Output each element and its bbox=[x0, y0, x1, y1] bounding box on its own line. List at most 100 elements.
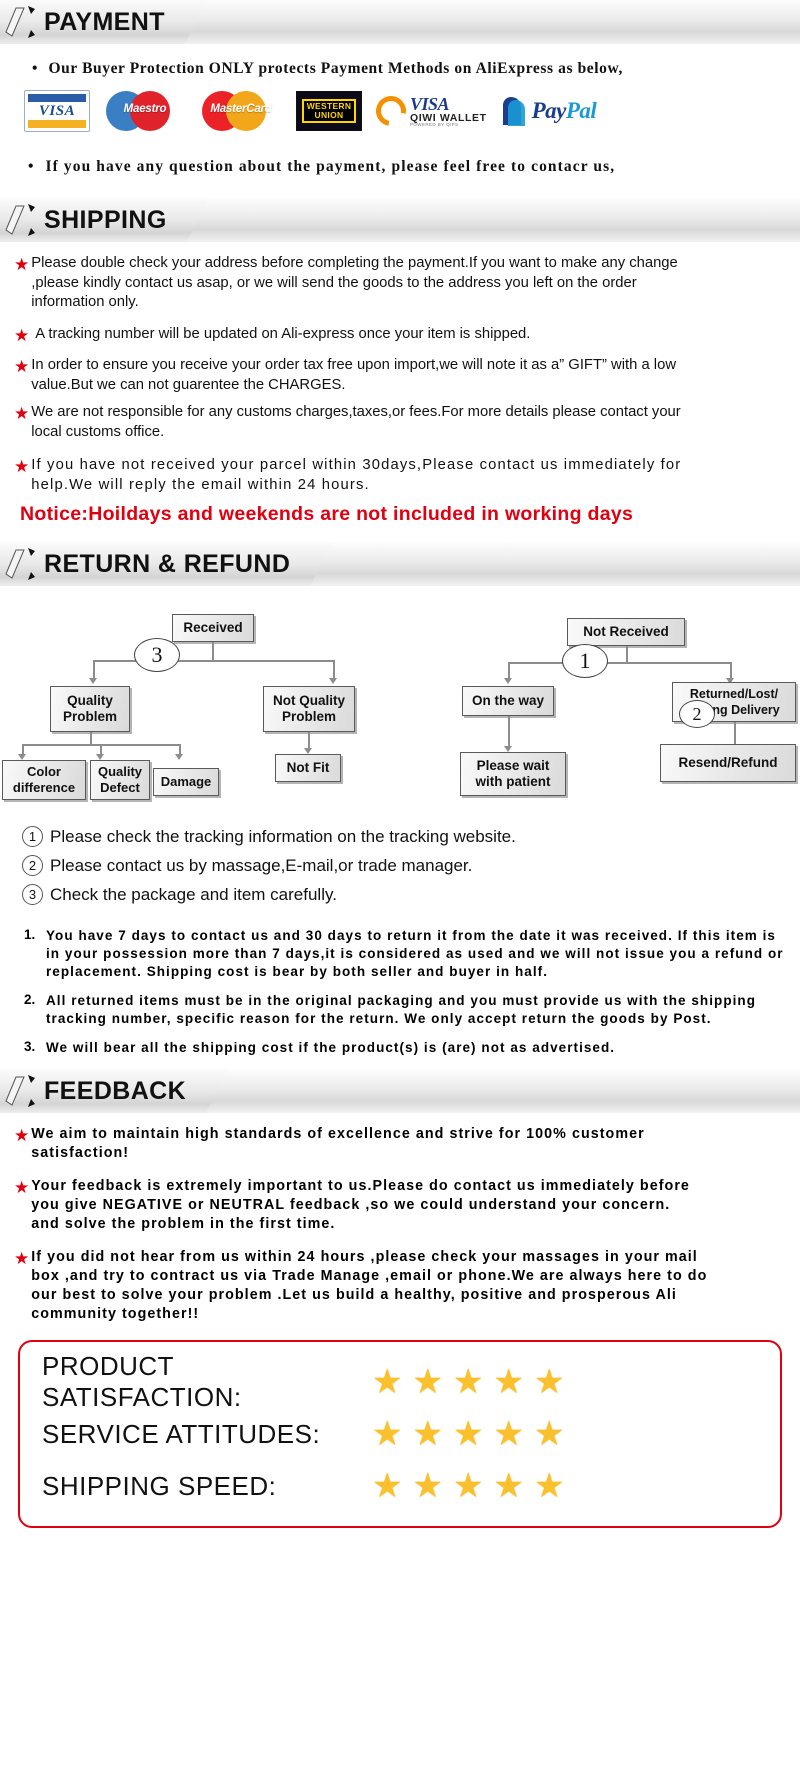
rating-stars-product: ★ ★ ★ ★ ★ bbox=[372, 1365, 564, 1399]
star-icon: ★ bbox=[533, 1467, 565, 1505]
star-bullet-icon: ★ bbox=[14, 1126, 30, 1145]
flow-box-resend-refund: Resend/Refund bbox=[660, 744, 796, 782]
rating-stars-service: ★ ★ ★ ★ ★ bbox=[372, 1417, 564, 1451]
banner-tab-return: RETURN & REFUND bbox=[0, 542, 332, 586]
star-icon: ★ bbox=[533, 1363, 565, 1401]
mastercard-logo-text: MasterCard bbox=[210, 103, 272, 115]
star-bullet-icon: ★ bbox=[14, 325, 30, 345]
star-icon: ★ bbox=[372, 1415, 403, 1453]
payment-logos: VISA Maestro MasterCard WESTERN UNION VI… bbox=[0, 78, 800, 138]
feedback-bullets: ★ We aim to maintain high standards of e… bbox=[0, 1113, 800, 1324]
section-banner-payment: PAYMENT bbox=[0, 0, 800, 44]
flow-box-not-received: Not Received bbox=[567, 618, 685, 646]
flow-box-not-quality-problem: Not Quality Problem bbox=[263, 686, 355, 732]
paypal-text-pay: Pay bbox=[531, 98, 567, 123]
paypal-text-pal: Pal bbox=[565, 98, 597, 123]
payment-line-2-row: • If you have any question about the pay… bbox=[0, 138, 800, 176]
banner-tab-payment: PAYMENT bbox=[0, 0, 207, 44]
flow-badge-1: 1 bbox=[562, 644, 608, 678]
flow-badge-3: 3 bbox=[134, 638, 180, 672]
star-icon: ★ bbox=[533, 1415, 565, 1453]
feedback-bullet-3: ★ If you did not hear from us within 24 … bbox=[14, 1249, 708, 1322]
visa-logo-text: VISA bbox=[38, 103, 76, 119]
shipping-bullet-3: ★ In order to ensure you receive your or… bbox=[14, 357, 677, 393]
mastercard-logo: MasterCard bbox=[200, 90, 282, 132]
banner-feedback: FEEDBACK bbox=[0, 1069, 800, 1113]
flow-box-received: Received bbox=[172, 614, 254, 642]
star-icon: ★ bbox=[412, 1415, 443, 1453]
maestro-logo-text: Maestro bbox=[123, 103, 167, 115]
return-steps-list: 1 Please check the tracking information … bbox=[0, 814, 800, 905]
return-flowchart: Received 3 Quality Problem Not Quality P… bbox=[0, 596, 800, 814]
step-number-2: 2 bbox=[22, 855, 43, 876]
page-title-feedback: FEEDBACK bbox=[44, 1076, 187, 1105]
satisfaction-label-product: PRODUCT SATISFACTION: bbox=[42, 1351, 242, 1412]
payment-line-1-row: • Our Buyer Protection ONLY protects Pay… bbox=[0, 44, 800, 78]
qiwi-powered-text: POWERED BY QIPS bbox=[410, 122, 459, 127]
page-title-shipping: SHIPPING bbox=[44, 205, 167, 234]
star-bullet-icon: ★ bbox=[14, 357, 30, 376]
western-union-line2: UNION bbox=[314, 110, 344, 120]
satisfaction-row-service: SERVICE ATTITUDES: ★ ★ ★ ★ ★ bbox=[42, 1408, 764, 1460]
page-title-return: RETURN & REFUND bbox=[44, 549, 291, 578]
star-icon: ★ bbox=[493, 1363, 524, 1401]
return-policy-list: 1. You have 7 days to contact us and 30 … bbox=[0, 913, 800, 1057]
star-icon: ★ bbox=[372, 1363, 403, 1401]
star-icon: ★ bbox=[372, 1467, 403, 1505]
section-banner-shipping: SHIPPING bbox=[0, 198, 800, 242]
star-bullet-icon: ★ bbox=[14, 457, 30, 476]
star-icon: ★ bbox=[493, 1415, 524, 1453]
shipping-bullet-4: ★ We are not responsible for any customs… bbox=[14, 404, 681, 440]
flow-box-please-wait: Please wait with patient bbox=[460, 752, 566, 796]
flow-box-not-fit: Not Fit bbox=[275, 754, 341, 782]
shipping-bullet-1: ★ Please double check your address befor… bbox=[14, 255, 678, 310]
payment-line-2: • If you have any question about the pay… bbox=[28, 158, 616, 175]
flow-badge-2: 2 bbox=[679, 700, 715, 728]
page-title-payment: PAYMENT bbox=[44, 7, 165, 36]
banner-payment: PAYMENT bbox=[0, 0, 800, 44]
satisfaction-label-service: SERVICE ATTITUDES: bbox=[42, 1418, 321, 1449]
star-bullet-icon: ★ bbox=[14, 404, 30, 423]
payment-line-1: • Our Buyer Protection ONLY protects Pay… bbox=[32, 60, 623, 77]
shipping-notice: Notice:Hoildays and weekends are not inc… bbox=[20, 503, 634, 525]
return-step-1: 1 Please check the tracking information … bbox=[22, 826, 800, 847]
rating-stars-shipping: ★ ★ ★ ★ ★ bbox=[372, 1469, 564, 1503]
banner-tab-feedback: FEEDBACK bbox=[0, 1069, 228, 1113]
star-icon: ★ bbox=[452, 1415, 484, 1453]
shipping-bullet-2: ★ A tracking number will be updated on A… bbox=[14, 325, 531, 345]
bullet-dot-icon-2: • bbox=[28, 158, 35, 175]
return-step-2: 2 Please contact us by massage,E-mail,or… bbox=[22, 855, 800, 876]
star-bullet-icon: ★ bbox=[14, 255, 30, 274]
section-banner-feedback: FEEDBACK bbox=[0, 1069, 800, 1113]
maestro-logo: Maestro bbox=[104, 90, 186, 132]
step-number-1: 1 bbox=[22, 826, 43, 847]
visa-logo: VISA bbox=[24, 90, 90, 132]
flow-box-quality-problem: Quality Problem bbox=[50, 686, 130, 732]
return-policy-2: 2. All returned items must be in the ori… bbox=[24, 992, 757, 1026]
star-icon: ★ bbox=[493, 1467, 524, 1505]
return-policy-3: 3. We will bear all the shipping cost if… bbox=[24, 1039, 616, 1055]
qiwi-ring-icon bbox=[370, 90, 412, 132]
bullet-dot-icon: • bbox=[32, 60, 39, 77]
qiwi-visa-text: VISA bbox=[410, 93, 450, 114]
shipping-bullets: ★ Please double check your address befor… bbox=[0, 242, 800, 526]
star-bullet-icon: ★ bbox=[14, 1249, 30, 1268]
star-icon: ★ bbox=[452, 1467, 484, 1505]
flow-box-color-difference: Color difference bbox=[2, 760, 86, 800]
banner-shipping: SHIPPING bbox=[0, 198, 800, 242]
qiwi-wallet-logo: VISA QIWI WALLET POWERED BY QIPS bbox=[370, 90, 487, 132]
step-number-3: 3 bbox=[22, 884, 43, 905]
satisfaction-row-product: PRODUCT SATISFACTION: ★ ★ ★ ★ ★ bbox=[42, 1351, 764, 1412]
return-policy-1: 1. You have 7 days to contact us and 30 … bbox=[24, 927, 784, 979]
star-icon: ★ bbox=[412, 1363, 443, 1401]
flow-box-quality-defect: Quality Defect bbox=[90, 760, 150, 800]
satisfaction-label-shipping: SHIPPING SPEED: bbox=[42, 1470, 277, 1501]
feedback-bullet-2: ★ Your feedback is extremely important t… bbox=[14, 1178, 690, 1232]
shipping-bullet-5: ★ If you have not received your parcel w… bbox=[14, 457, 682, 493]
western-union-logo: WESTERN UNION bbox=[296, 90, 362, 132]
banner-tab-shipping: SHIPPING bbox=[0, 198, 209, 242]
feedback-bullet-1: ★ We aim to maintain high standards of e… bbox=[14, 1126, 645, 1161]
paypal-logo: PayPal bbox=[501, 90, 597, 132]
flow-box-on-the-way: On the way bbox=[462, 686, 554, 716]
satisfaction-row-shipping: SHIPPING SPEED: ★ ★ ★ ★ ★ bbox=[42, 1460, 764, 1512]
